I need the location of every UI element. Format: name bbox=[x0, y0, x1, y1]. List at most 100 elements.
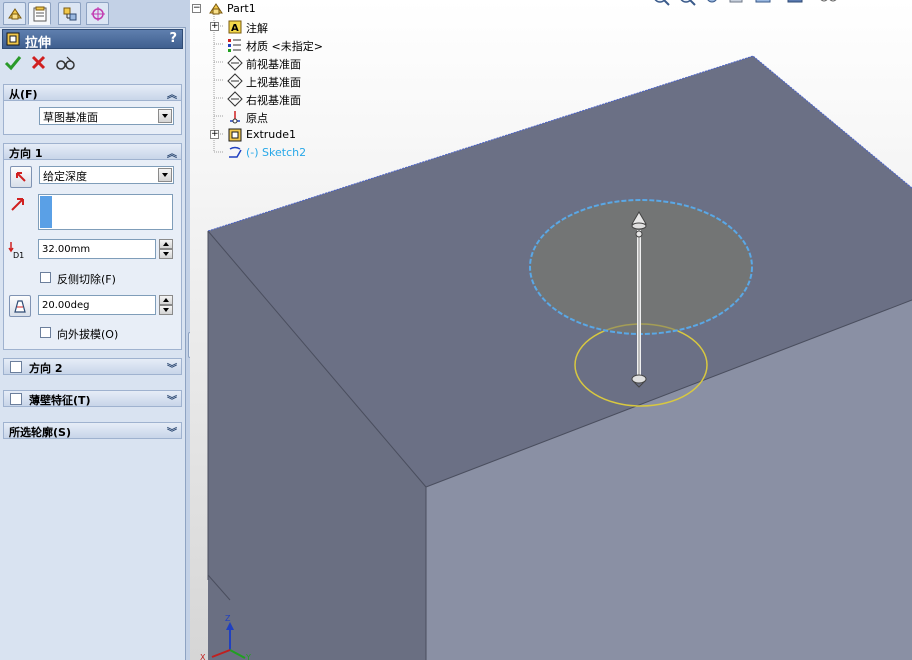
collapse-chevron-icon[interactable]: ︽ bbox=[167, 86, 177, 101]
crosshair-icon bbox=[91, 7, 105, 21]
triad-x-label: X bbox=[200, 653, 206, 660]
draft-icon bbox=[14, 300, 26, 313]
extrude-icon bbox=[228, 128, 242, 142]
tree-item-label: 注解 bbox=[246, 22, 268, 35]
end-condition-value: 给定深度 bbox=[43, 170, 87, 183]
plane-icon bbox=[227, 73, 243, 89]
draft-outward-label: 向外拔模(O) bbox=[57, 328, 119, 341]
tree-item-label: Part1 bbox=[227, 2, 256, 15]
start-condition-value: 草图基准面 bbox=[43, 111, 98, 124]
heads-up-view-toolbar bbox=[642, 0, 912, 14]
depth-dimension-icon: D1 bbox=[8, 242, 24, 260]
collapse-chevron-icon[interactable]: ︽ bbox=[167, 145, 177, 160]
spin-up-icon[interactable] bbox=[159, 295, 173, 305]
selection-highlight bbox=[40, 196, 52, 228]
group-thin-feature-header[interactable]: 薄壁特征(T) ︾ bbox=[3, 390, 182, 407]
tree-item-label: 前视基准面 bbox=[246, 58, 301, 71]
draft-angle-spinner[interactable] bbox=[159, 295, 173, 315]
end-condition-select[interactable]: 给定深度 bbox=[39, 166, 174, 184]
plane-icon bbox=[227, 55, 243, 71]
tree-item-label: Extrude1 bbox=[246, 128, 297, 141]
plane-icon bbox=[227, 91, 243, 107]
depth-spinner[interactable] bbox=[159, 239, 173, 259]
spin-up-icon[interactable] bbox=[159, 239, 173, 249]
help-button[interactable]: ? bbox=[169, 31, 177, 46]
cancel-button[interactable] bbox=[30, 54, 50, 74]
tree-item-label: (-) Sketch2 bbox=[246, 146, 307, 159]
manager-tabs bbox=[0, 0, 186, 28]
tree-item-label: 原点 bbox=[246, 112, 268, 125]
origin-icon bbox=[230, 111, 240, 124]
flyout-feature-tree: − Part1 + A 注解 材质 <未指定> 前视基准面 上视基准面 右视基准… bbox=[190, 0, 390, 170]
configuration-manager-icon bbox=[63, 7, 77, 21]
close-icon bbox=[31, 55, 46, 70]
group-direction2-title: 方向 2 bbox=[29, 362, 63, 375]
view-orientation-icon[interactable] bbox=[754, 0, 778, 8]
tree-expand-toggle[interactable]: + bbox=[210, 130, 219, 139]
spin-down-icon[interactable] bbox=[159, 249, 173, 259]
expand-chevron-icon[interactable]: ︾ bbox=[167, 360, 177, 375]
tab-feature-manager[interactable] bbox=[3, 2, 26, 25]
part-icon bbox=[209, 3, 223, 15]
svg-text:A: A bbox=[231, 23, 239, 34]
material-icon bbox=[228, 39, 241, 52]
zoom-to-area-icon[interactable] bbox=[678, 0, 698, 8]
group-from-header[interactable]: 从(F) ︽ bbox=[3, 84, 182, 101]
reverse-direction-button[interactable] bbox=[10, 166, 32, 188]
tree-item-label: 上视基准面 bbox=[246, 76, 301, 89]
property-manager-icon bbox=[33, 6, 47, 22]
draft-angle-input[interactable] bbox=[38, 295, 156, 315]
reverse-cut-checkbox[interactable] bbox=[40, 272, 51, 283]
tab-configuration-manager[interactable] bbox=[58, 2, 81, 25]
group-from-title: 从(F) bbox=[9, 88, 38, 101]
draft-outward-checkbox[interactable] bbox=[40, 327, 51, 338]
zoom-to-fit-icon[interactable] bbox=[652, 0, 672, 8]
thin-feature-checkbox[interactable] bbox=[10, 393, 22, 405]
tree-expand-toggle[interactable]: + bbox=[210, 22, 219, 31]
tab-dim-xpert-manager[interactable] bbox=[86, 2, 109, 25]
triad-y-label: Y bbox=[245, 653, 251, 660]
depth-label: D1 bbox=[13, 251, 24, 260]
reverse-cut-label: 反侧切除(F) bbox=[57, 273, 116, 286]
group-from-body: 草图基准面 bbox=[3, 101, 182, 135]
depth-input[interactable] bbox=[38, 239, 156, 259]
ok-cancel-bar bbox=[4, 54, 184, 74]
section-view-icon[interactable] bbox=[728, 0, 748, 8]
tab-property-manager[interactable] bbox=[28, 2, 51, 25]
property-manager-title-bar: 拉伸 ? bbox=[2, 29, 183, 51]
feature-manager-icon bbox=[8, 8, 22, 20]
hide-show-items-icon[interactable] bbox=[818, 0, 842, 8]
direction-arrow-icon bbox=[11, 198, 24, 211]
group-selected-contours-title: 所选轮廓(S) bbox=[9, 426, 71, 439]
reverse-direction-icon bbox=[16, 172, 26, 182]
group-direction2-header[interactable]: 方向 2 ︾ bbox=[3, 358, 182, 375]
glasses-icon bbox=[56, 56, 75, 70]
previous-view-icon[interactable] bbox=[704, 0, 724, 8]
group-direction1-header[interactable]: 方向 1 ︽ bbox=[3, 143, 182, 160]
feature-title: 拉伸 bbox=[25, 36, 52, 51]
checkmark-icon bbox=[4, 56, 22, 71]
chevron-down-icon[interactable] bbox=[158, 168, 172, 182]
group-thin-feature-title: 薄壁特征(T) bbox=[29, 394, 91, 407]
direction-reference-selection-box[interactable] bbox=[38, 194, 173, 230]
direction2-checkbox[interactable] bbox=[10, 361, 22, 373]
expand-chevron-icon[interactable]: ︾ bbox=[167, 424, 177, 439]
extrude-icon bbox=[6, 32, 20, 46]
annotation-icon: A bbox=[228, 20, 242, 34]
chevron-down-icon[interactable] bbox=[158, 109, 172, 123]
display-style-icon[interactable] bbox=[786, 0, 810, 8]
expand-chevron-icon[interactable]: ︾ bbox=[167, 392, 177, 407]
tree-collapse-toggle[interactable]: − bbox=[192, 4, 201, 13]
graphics-area[interactable]: Z Y X − Part1 + A 注解 材质 <未指定> 前视基准面 上视基准… bbox=[190, 0, 912, 660]
start-condition-select[interactable]: 草图基准面 bbox=[39, 107, 174, 125]
sketch-icon bbox=[229, 146, 242, 158]
triad-z-label: Z bbox=[225, 614, 231, 623]
tree-item-label: 右视基准面 bbox=[246, 94, 301, 107]
draft-toggle-button[interactable] bbox=[9, 295, 31, 317]
ok-button[interactable] bbox=[4, 54, 24, 74]
tree-item-label: 材质 <未指定> bbox=[246, 40, 323, 53]
preview-button[interactable] bbox=[56, 54, 76, 74]
group-direction1-title: 方向 1 bbox=[9, 147, 43, 160]
spin-down-icon[interactable] bbox=[159, 305, 173, 315]
group-selected-contours-header[interactable]: 所选轮廓(S) ︾ bbox=[3, 422, 182, 439]
